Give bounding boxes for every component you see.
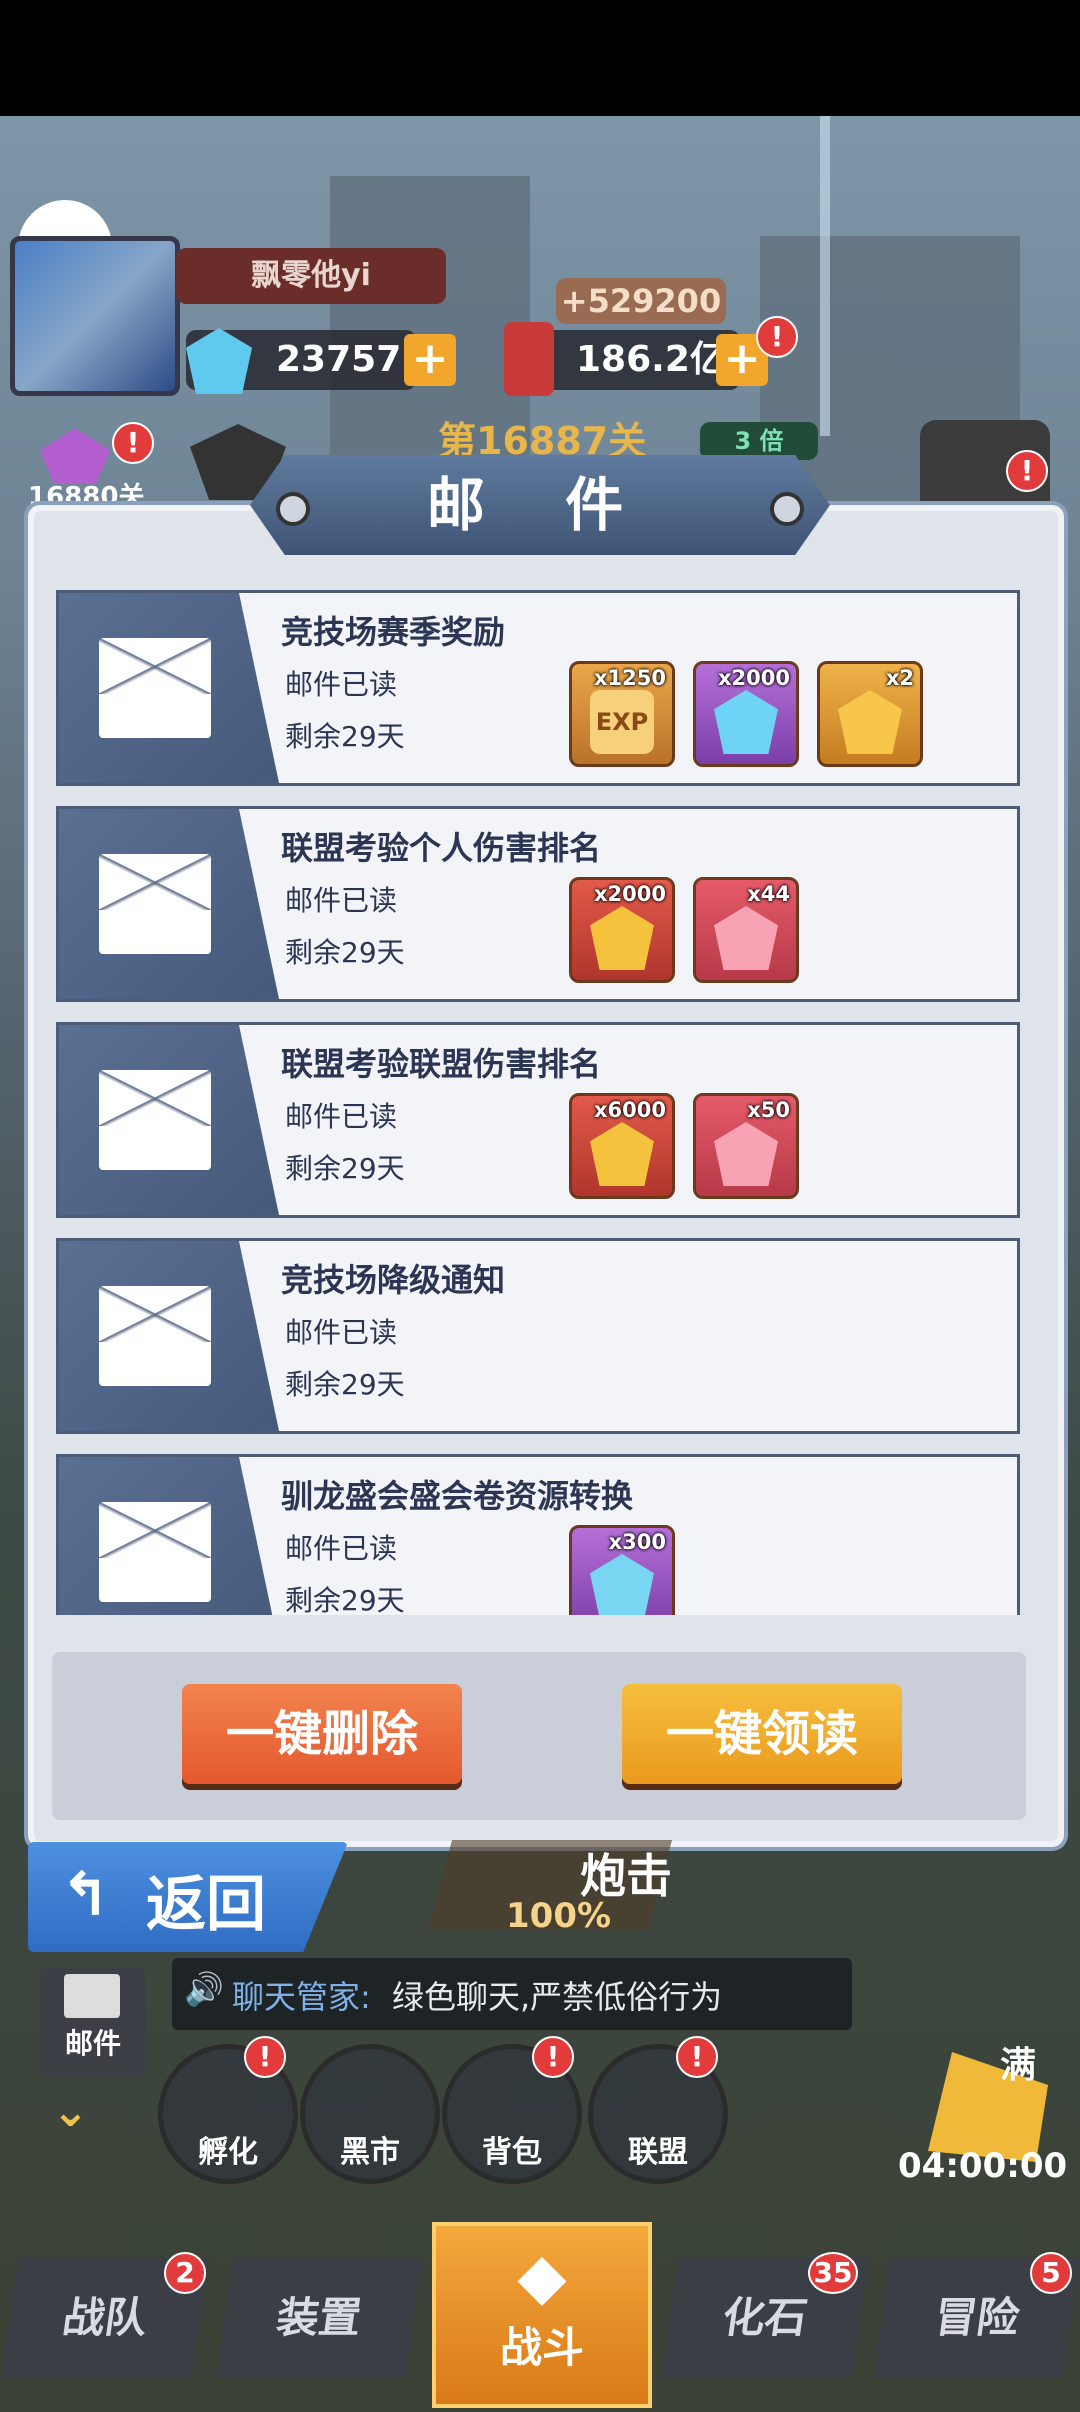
gold-badge-icon [590,1122,654,1186]
hatch-label: 孵化 [198,2135,258,2170]
reward-item[interactable]: x6000 [569,1093,675,1199]
collapse-chevron-icon[interactable]: ⌄ [52,2086,108,2138]
purple-diamond-icon [590,1554,654,1615]
mail-title: 联盟考验个人伤害排名 [281,829,602,867]
reward-item[interactable]: EXP x1250 [569,661,675,767]
reward-quantity: x300 [608,1530,666,1554]
mail-status: 邮件已读 [285,1532,398,1565]
read-all-button[interactable]: 一键领读 [622,1684,902,1784]
mail-remaining: 剩余29天 [285,720,405,753]
timer: 04:00:00 [898,2146,1068,2186]
tab-battle-label: 战斗 [499,2323,584,2372]
tab-adventure-badge: 5 [1030,2252,1072,2294]
mystery-box-icon [714,1122,778,1186]
reward-quantity: x44 [747,882,790,906]
reward-item[interactable]: x44 [693,877,799,983]
screw-decoration [276,492,310,526]
mail-item[interactable]: 竞技场降级通知邮件已读剩余29天 [56,1238,1020,1434]
black-market-button[interactable]: 黑市 [300,2044,440,2184]
reward-item[interactable]: x2000 [693,661,799,767]
alert-badge: ! [1006,450,1048,492]
mail-item[interactable]: 联盟考验联盟伤害排名邮件已读剩余29天 x6000 x50 [56,1022,1020,1218]
mail-title: 竞技场赛季奖励 [281,613,506,651]
tab-fossil-badge: 35 [808,2252,858,2294]
gold-crystal-icon [838,690,902,754]
alert-badge: ! [676,2036,718,2078]
avatar[interactable] [10,236,180,396]
cans-gain-label: +529200 [556,278,726,324]
envelope-open-icon [99,1502,211,1602]
mail-remaining: 剩余29天 [285,936,405,969]
full-label: 满 [1000,2045,1037,2086]
mail-remaining: 剩余29天 [285,1584,405,1615]
reward-item[interactable]: x2000 [569,877,675,983]
envelope-open-icon [99,1070,211,1170]
can-icon [504,322,554,396]
mail-status: 邮件已读 [285,668,398,701]
backpack-label: 背包 [482,2135,542,2170]
alert-badge: ! [244,2036,286,2078]
speed-toggle[interactable]: 3 倍 [700,422,818,460]
mail-remaining: 剩余29天 [285,1152,405,1185]
reward-quantity: x1250 [594,666,666,690]
reward-quantity: x50 [747,1098,790,1122]
tab-battle[interactable]: ◆ 战斗 [432,2222,652,2408]
reward-item[interactable]: x2 [817,661,923,767]
mail-title: 联盟考验联盟伤害排名 [281,1045,602,1083]
envelope-open-icon [99,1286,211,1386]
mail-remaining: 剩余29天 [285,1368,405,1401]
mail-title: 驯龙盛会盛会卷资源转换 [281,1477,634,1515]
pink-heart-icon [714,906,778,970]
alert-badge: ! [756,316,798,358]
envelope-open-icon [99,638,211,738]
alert-badge: ! [532,2036,574,2078]
mail-status: 邮件已读 [285,884,398,917]
black-market-label: 黑市 [340,2135,400,2170]
tab-device[interactable]: 装置 [215,2258,423,2378]
blue-diamond-icon [714,690,778,754]
dialog-title: 邮 件 [250,455,830,555]
mail-item[interactable]: 驯龙盛会盛会卷资源转换邮件已读剩余29天 x300 [56,1454,1020,1615]
delete-all-button[interactable]: 一键删除 [182,1684,462,1784]
reward-item[interactable]: x50 [693,1093,799,1199]
player-name: 飘零他yi [176,248,446,304]
gold-badge-icon [590,906,654,970]
reward-quantity: x2000 [594,882,666,906]
mail-status: 邮件已读 [285,1100,398,1133]
mail-list[interactable]: 竞技场赛季奖励 邮件已读 剩余29天 EXP x1250 x2000 x2 联盟考验个人伤害排… [56,590,1024,1615]
screw-decoration [770,492,804,526]
tab-team-badge: 2 [164,2252,206,2294]
back-arrow-icon: ↰ [60,1860,111,1930]
envelope-open-icon [99,854,211,954]
chat-sender: 聊天管家: [232,1978,371,2016]
reward-item[interactable]: x300 [569,1525,675,1615]
back-label: 返回 [146,1870,266,1940]
mail-title: 竞技场降级通知 [281,1261,506,1299]
exp-icon: EXP [590,690,654,754]
chat-text: 绿色聊天,严禁低俗行为 [392,1978,723,2016]
add-gems-button[interactable]: + [404,334,456,386]
light-beam [820,116,830,436]
alliance-label: 联盟 [628,2135,688,2170]
speaker-icon: 🔊 [184,1970,224,2008]
reward-quantity: x2 [885,666,914,690]
reward-quantity: x2000 [718,666,790,690]
reward-quantity: x6000 [594,1098,666,1122]
mail-item[interactable]: 竞技场赛季奖励邮件已读剩余29天 EXP x1250 x2000 x2 [56,590,1020,786]
status-bar [0,0,1080,116]
mail-icon [64,1974,120,2018]
event-percent: 100% [506,1896,612,1936]
alert-badge: ! [112,422,154,464]
mail-item[interactable]: 联盟考验个人伤害排名邮件已读剩余29天 x2000 x44 [56,806,1020,1002]
mail-status: 邮件已读 [285,1316,398,1349]
dragon-icon: ◆ [517,2240,567,2314]
mail-shortcut-label: 邮件 [64,2027,121,2060]
